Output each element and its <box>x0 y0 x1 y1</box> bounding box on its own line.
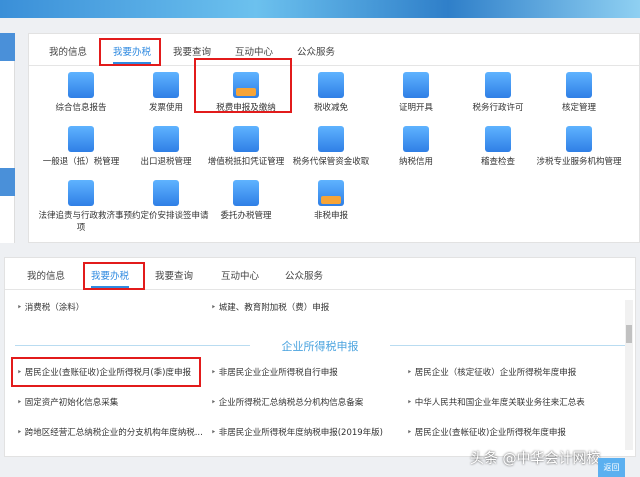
tab-public-service[interactable]: 公众服务 <box>297 44 335 58</box>
tab-my-info[interactable]: 我的信息 <box>27 268 65 282</box>
tab-query[interactable]: 我要查询 <box>173 44 211 58</box>
list-item[interactable]: 非居民企业企业所得税自行申报 <box>211 366 338 378</box>
service-6[interactable]: 核定管理 <box>499 72 640 114</box>
tab-query[interactable]: 我要查询 <box>155 268 193 282</box>
service-label: 涉税专业服务机构管理 <box>536 157 622 167</box>
highlight-box <box>99 38 161 66</box>
top-panel: 我的信息 我要办税 我要查询 互动中心 公众服务 综合信息报告 发票使用 税费申报及… <box>28 33 640 243</box>
tab-my-info[interactable]: 我的信息 <box>49 44 87 58</box>
list-item[interactable]: 中华人民共和国企业年度关联业务往来汇总表 <box>407 396 585 408</box>
tab-interaction[interactable]: 互动中心 <box>221 268 259 282</box>
watermark: 头条 @中华会计网校 <box>470 451 601 467</box>
scrollbar[interactable] <box>625 300 633 450</box>
tab-public-service[interactable]: 公众服务 <box>285 268 323 282</box>
tab-interaction[interactable]: 互动中心 <box>235 44 273 58</box>
list-item[interactable]: 非居民企业所得税年度纳税申报(2019年版) <box>211 426 383 438</box>
section-title: 企业所得税申报 <box>15 338 625 354</box>
list-item[interactable]: 居民企业（核定征收）企业所得税年度申报 <box>407 366 577 378</box>
service-13[interactable]: 涉税专业服务机构管理 <box>499 126 640 168</box>
tray-document-icon <box>318 180 344 206</box>
section-title-text: 企业所得税申报 <box>281 340 359 353</box>
bottom-panel: 我的信息 我要办税 我要查询 互动中心 公众服务 消费税（涂料） 城建、教育附加… <box>4 257 636 457</box>
service-label: 核定管理 <box>561 103 596 113</box>
list-item[interactable]: 居民企业(查账征收)企业所得税月(季)度申报 <box>17 366 191 378</box>
list-item[interactable]: 跨地区经营汇总纳税企业的分支机构年度纳税... <box>17 426 203 438</box>
header-banner <box>0 0 640 18</box>
service-17[interactable]: 非税申报 <box>251 180 411 222</box>
sidebar-tab[interactable] <box>0 33 15 61</box>
list-item[interactable]: 消费税（涂料） <box>17 301 85 313</box>
list-item[interactable]: 居民企业(查帐征收)企业所得税年度申报 <box>407 426 566 438</box>
list-item[interactable]: 固定资产初始化信息采集 <box>17 396 119 408</box>
list-item[interactable]: 城建、教育附加税（费）申报 <box>211 301 330 313</box>
message-icon <box>566 72 592 98</box>
back-button[interactable]: 返回 <box>598 458 625 477</box>
list-item[interactable]: 企业所得税汇总纳税总分机构信息备案 <box>211 396 364 408</box>
service-label: 非税申报 <box>313 211 348 221</box>
check-clipboard-icon <box>566 126 592 152</box>
highlight-box <box>83 262 145 290</box>
